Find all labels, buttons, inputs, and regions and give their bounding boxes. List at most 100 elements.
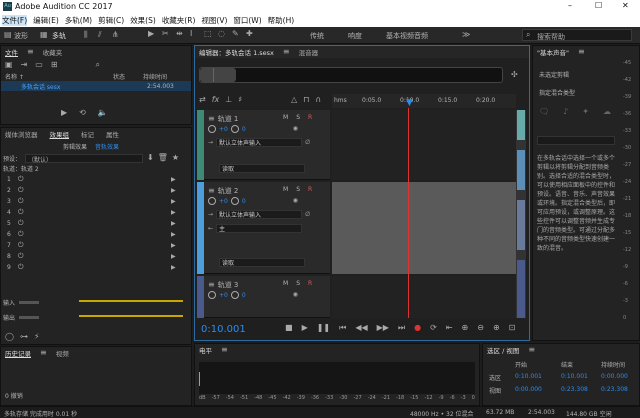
subtab-track-effects[interactable]: 音轨效果 [95,142,119,151]
menu-help[interactable]: 帮助(H) [268,15,295,26]
move-tool-icon[interactable]: ▶ [148,30,154,38]
tab-favorites[interactable]: 收藏夹 [43,47,63,57]
volume-knob[interactable] [208,125,216,133]
slip-tool-icon[interactable]: ⇹ [176,30,183,38]
column-status[interactable]: 状态 [113,72,125,81]
slot-power-icon[interactable]: ⏻ [18,187,24,194]
rack-settings-icon[interactable]: ⚡ [34,333,40,341]
track-expand-icon[interactable]: ≡ [208,187,215,195]
meter-icon[interactable]: ⫼ [84,31,88,39]
track-2-lane[interactable] [332,182,516,274]
mute-button[interactable]: M [283,280,288,287]
record-arm-button[interactable]: R [308,280,312,287]
stereo-icon[interactable]: ◉ [293,126,298,132]
panel-menu-icon[interactable]: ≡ [27,48,34,56]
slot-arrow-icon[interactable]: ▶ [171,264,176,271]
levels-title[interactable]: 电平 [199,345,212,355]
dialogue-icon[interactable]: 🗨 [539,108,549,116]
effect-slot[interactable]: 4 ⏻ ▶ [1,207,191,218]
automation-mode-select[interactable]: 读取 [219,164,305,173]
automation-mode-select[interactable]: 读取 [219,258,305,267]
essential-menu-icon[interactable]: ≡ [578,48,585,56]
pan-knob[interactable] [230,197,239,205]
stop-icon[interactable]: ■ [285,324,293,332]
preset-dropdown[interactable] [537,136,615,145]
zoom-navigator-icon[interactable]: ✣ [511,71,518,79]
eq-icon[interactable]: ♯ [238,96,242,104]
menu-clip[interactable]: 剪辑(C) [98,15,124,26]
rewind-icon[interactable]: ◀◀ [355,324,367,332]
track-name[interactable]: 轨道 2 [218,186,239,196]
go-to-start-icon[interactable]: ⏮ [339,324,346,332]
multitrack-view-icon[interactable]: ▦ [40,31,48,39]
slot-power-icon[interactable]: ⏻ [18,176,24,183]
menu-multitrack[interactable]: 多轨(M) [65,15,92,26]
tab-files[interactable]: 文件 [5,47,18,57]
effect-slot[interactable]: 5 ⏻ ▶ [1,218,191,229]
tab-history[interactable]: 历史记录 [5,348,31,358]
volume-value[interactable]: +0 [219,126,228,133]
slot-arrow-icon[interactable]: ▶ [171,209,176,216]
effect-slot[interactable]: 8 ⏻ ▶ [1,251,191,262]
record-icon[interactable]: ● [414,324,421,332]
mute-button[interactable]: M [283,114,288,121]
workspace-loudness[interactable]: 响度 [348,31,362,41]
slot-arrow-icon[interactable]: ▶ [171,198,176,205]
fx-icon[interactable]: fx [212,96,220,104]
rack-options-icon[interactable]: ⊶ [20,333,28,341]
vertical-zoom-scrollbar[interactable] [516,110,526,318]
import-icon[interactable]: ⇥ [21,61,28,69]
fast-forward-icon[interactable]: ▶▶ [377,324,389,332]
zoom-out-full-icon[interactable]: ⊡ [509,324,516,332]
slot-power-icon[interactable]: ⏻ [18,198,24,205]
slot-power-icon[interactable]: ⏻ [18,209,24,216]
tab-mixer[interactable]: 混音器 [299,47,319,57]
tab-markers[interactable]: 标记 [81,129,94,139]
spectral-icon[interactable]: ⫽ [98,31,102,39]
play-icon[interactable]: ▶ [302,324,308,332]
track-1-lane[interactable] [332,110,516,180]
view-duration[interactable]: 0:23.308 [601,386,628,393]
essential-sound-title[interactable]: "基本声音" [537,47,569,57]
workspace-classic[interactable]: 传统 [310,31,324,41]
pitch-icon[interactable]: ⋔ [112,31,119,39]
slot-power-icon[interactable]: ⏻ [18,242,24,249]
metronome-icon[interactable]: △ [291,96,297,104]
search-box[interactable]: ⌕ 搜索帮助 [522,29,632,41]
volume-value[interactable]: +0 [219,292,228,299]
tab-editor[interactable]: 编辑器：多轨会话 1.sesx [199,47,274,57]
menu-view[interactable]: 视图(V) [201,15,227,26]
input-select[interactable]: 默认立体声输入 [216,210,303,219]
brush-tool-icon[interactable]: ✎ [232,30,239,38]
view-start[interactable]: 0:00.000 [515,386,542,393]
output-select[interactable]: 主 [216,224,303,233]
headphones-icon[interactable]: ∩ [315,96,321,104]
track-expand-icon[interactable]: ≡ [208,281,215,289]
open-file-icon[interactable]: ▣ [5,61,13,69]
history-menu-icon[interactable]: ≡ [40,349,47,357]
slot-arrow-icon[interactable]: ▶ [171,242,176,249]
input-select[interactable]: 默认立体声输入 [216,138,303,147]
skip-selection-icon[interactable]: ⇤ [446,324,453,332]
time-selection-tool-icon[interactable]: I [190,30,192,38]
multitrack-button[interactable]: 多轨 [52,31,66,41]
razor-tool-icon[interactable]: ✂ [162,30,169,38]
tab-effects-rack[interactable]: 效果组 [50,129,70,139]
effect-slot[interactable]: 2 ⏻ ▶ [1,185,191,196]
volume-knob[interactable] [208,291,216,299]
go-to-end-icon[interactable]: ⏭ [398,324,405,332]
play-preview-icon[interactable]: ▶ [61,109,67,117]
menu-window[interactable]: 窗口(W) [233,15,261,26]
view-end[interactable]: 0:23.308 [561,386,588,393]
tab-media-browser[interactable]: 媒体浏览器 [5,129,38,139]
minimize-button[interactable]: – [568,1,572,10]
sfx-icon[interactable]: ✦ [582,108,589,116]
spot-healing-icon[interactable]: ✚ [246,30,253,38]
pan-knob[interactable] [230,291,239,299]
tab-properties[interactable]: 属性 [106,129,119,139]
file-row[interactable]: 多轨会话 sesx 2:54.003 [1,82,191,91]
solo-button[interactable]: S [296,186,300,193]
zoom-in-time-icon[interactable]: ⊕ [493,324,500,332]
time-ruler[interactable]: hms 0:05.0 0:10.0 0:15.0 0:20.0 ▼ [332,94,516,108]
search-files-icon[interactable]: ⌕ [96,61,100,69]
